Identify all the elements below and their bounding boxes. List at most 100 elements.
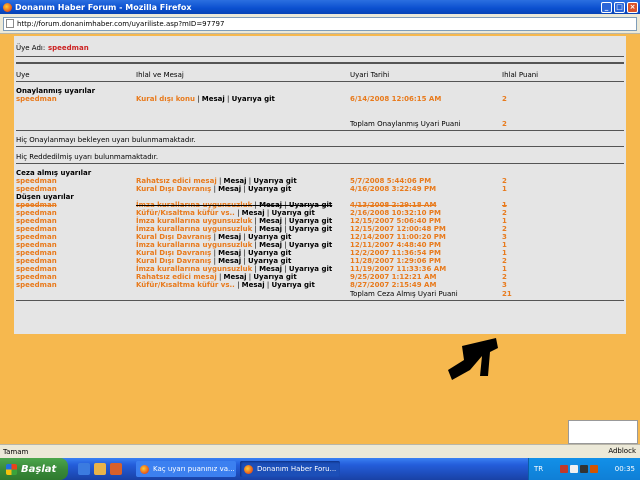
tray-app-icon[interactable] [589, 465, 598, 473]
tray-app-icon[interactable] [579, 465, 588, 473]
header-puan: Ihlal Puani [502, 71, 539, 79]
row-reason: Kural dışı konu [136, 95, 195, 103]
row-message-link[interactable]: Mesaj [259, 201, 282, 209]
row-reason-cell: Küfür/Kısaltma küfür vs.. | Mesaj | Uyar… [136, 281, 315, 289]
tray-app-icon[interactable] [569, 465, 578, 473]
row-message-link[interactable]: Mesaj [218, 249, 241, 257]
row-goto-warning-link[interactable]: Uyarıya git [253, 273, 296, 281]
firefox-quick-icon[interactable] [110, 463, 122, 475]
task-label: Donanım Haber Foru... [257, 465, 337, 473]
row-points: 1 [502, 265, 507, 273]
row-goto-warning-link[interactable]: Uyarıya git [248, 257, 291, 265]
row-goto-warning-link[interactable]: Uyarıya git [289, 201, 332, 209]
row-user-link[interactable]: speedman [16, 249, 57, 257]
row-reason-cell: Küfür/Kısaltma küfür vs.. | Mesaj | Uyar… [136, 209, 315, 217]
row-points: 2 [502, 177, 507, 185]
row-user-link[interactable]: speedman [16, 233, 57, 241]
row-reason-cell: İmza kurallarına uygunsuzluk | Mesaj | U… [136, 225, 333, 233]
row-date: 8/27/2007 2:15:49 AM [350, 281, 437, 289]
divider [16, 62, 624, 64]
row-message-link[interactable]: Mesaj [218, 185, 241, 193]
row-goto-warning-link[interactable]: Uyarıya git [271, 281, 314, 289]
row-date: 2/16/2008 10:32:10 PM [350, 209, 441, 217]
header-ihlal: Ihlal ve Mesaj [136, 71, 184, 79]
row-user-link[interactable]: speedman [16, 185, 57, 193]
row-points: 2 [502, 273, 507, 281]
row-goto-warning-link[interactable]: Uyarıya git [248, 249, 291, 257]
url-input[interactable]: http://forum.donanimhaber.com/uyariliste… [3, 16, 637, 31]
row-user-link[interactable]: speedman [16, 257, 57, 265]
task-button[interactable]: Donanım Haber Foru... [240, 461, 340, 477]
table-header: Uye Ihlal ve Mesaj Uyari Tarihi Ihlal Pu… [14, 71, 626, 79]
close-button[interactable]: × [627, 1, 638, 13]
row-user-link[interactable]: speedman [16, 225, 57, 233]
maximize-button[interactable]: □ [614, 1, 625, 13]
row-reason-cell: Kural Dışı Davranış | Mesaj | Uyarıya gi… [136, 257, 292, 265]
row-goto-warning-link[interactable]: Uyarıya git [289, 225, 332, 233]
row-reason-cell: İmza kurallarına uygunsuzluk | Mesaj | U… [136, 241, 333, 249]
user-label: Üye Adı: [16, 44, 46, 52]
row-reason: Rahatsız edici mesaj [136, 177, 217, 185]
dropped-title: Düşen uyarılar [16, 193, 74, 201]
row-user-link[interactable]: speedman [16, 265, 57, 273]
row-user-link[interactable]: speedman [16, 95, 57, 103]
row-reason-cell: İmza kurallarına uygunsuzluk | Mesaj | U… [136, 217, 333, 225]
row-message-link[interactable]: Mesaj [259, 217, 282, 225]
row-reason: Kural Dışı Davranış [136, 185, 212, 193]
row-message-link[interactable]: Mesaj [202, 95, 225, 103]
row-user-link[interactable]: speedman [16, 281, 57, 289]
folder-icon[interactable] [94, 463, 106, 475]
page-icon [6, 19, 14, 28]
row-user-link[interactable]: speedman [16, 177, 57, 185]
row-user-link[interactable]: speedman [16, 273, 57, 281]
row-goto-warning-link[interactable]: Uyarıya git [289, 241, 332, 249]
drawn-cursor-mark [448, 338, 498, 380]
row-points: 1 [502, 185, 507, 193]
row-message-link[interactable]: Mesaj [259, 265, 282, 273]
row-message-link[interactable]: Mesaj [218, 257, 241, 265]
row-message-link[interactable]: Mesaj [242, 281, 265, 289]
row-user-link[interactable]: speedman [16, 201, 57, 209]
row-message-link[interactable]: Mesaj [218, 233, 241, 241]
row-message-link[interactable]: Mesaj [224, 273, 247, 281]
approved-total: 2 [502, 120, 507, 128]
tray-app-icon[interactable] [559, 465, 568, 473]
start-label: Başlat [21, 463, 57, 475]
row-goto-warning-link[interactable]: Uyarıya git [248, 233, 291, 241]
row-reason: Kural Dışı Davranış [136, 233, 212, 241]
ie-icon[interactable] [78, 463, 90, 475]
row-message-link[interactable]: Mesaj [224, 177, 247, 185]
row-message-link[interactable]: Mesaj [259, 241, 282, 249]
firefox-icon [140, 464, 149, 474]
row-message-link[interactable]: Mesaj [259, 225, 282, 233]
divider [16, 163, 624, 164]
row-date: 12/2/2007 11:36:54 PM [350, 249, 441, 257]
row-goto-warning-link[interactable]: Uyarıya git [232, 95, 275, 103]
table-row: speedman İmza kurallarına uygunsuzluk | M… [14, 241, 626, 249]
divider [16, 81, 624, 82]
row-message-link[interactable]: Mesaj [242, 209, 265, 217]
table-row: speedman Kural Dışı Davranış | Mesaj | Uy… [14, 249, 626, 257]
row-user-link[interactable]: speedman [16, 209, 57, 217]
adblock-button[interactable]: Adblock [608, 447, 636, 455]
table-row: speedman Rahatsız edici mesaj | Mesaj | U… [14, 273, 626, 281]
row-points: 3 [502, 281, 507, 289]
firefox-icon [244, 464, 253, 474]
minimize-button[interactable]: _ [601, 1, 612, 13]
row-user-link[interactable]: speedman [16, 217, 57, 225]
start-button[interactable]: Başlat [0, 458, 68, 480]
dropped-total: 21 [502, 290, 512, 298]
row-goto-warning-link[interactable]: Uyarıya git [289, 217, 332, 225]
row-reason: İmza kurallarına uygunsuzluk [136, 217, 253, 225]
table-row: speedman İmza kurallarına uygunsuzluk | M… [14, 225, 626, 233]
row-goto-warning-link[interactable]: Uyarıya git [248, 185, 291, 193]
task-button[interactable]: Kaç uyarı puanınız va... [136, 461, 236, 477]
language-indicator[interactable]: TR [534, 465, 543, 473]
row-goto-warning-link[interactable]: Uyarıya git [271, 209, 314, 217]
approved-total-label: Toplam Onaylanmış Uyari Puani [350, 120, 461, 128]
window-titlebar[interactable]: Donanım Haber Forum - Mozilla Firefox _ … [0, 0, 640, 14]
row-goto-warning-link[interactable]: Uyarıya git [289, 265, 332, 273]
row-user-link[interactable]: speedman [16, 241, 57, 249]
pending-text: Hiç Onaylanmayı bekleyen uyarı bulunmama… [16, 136, 196, 144]
row-goto-warning-link[interactable]: Uyarıya git [253, 177, 296, 185]
